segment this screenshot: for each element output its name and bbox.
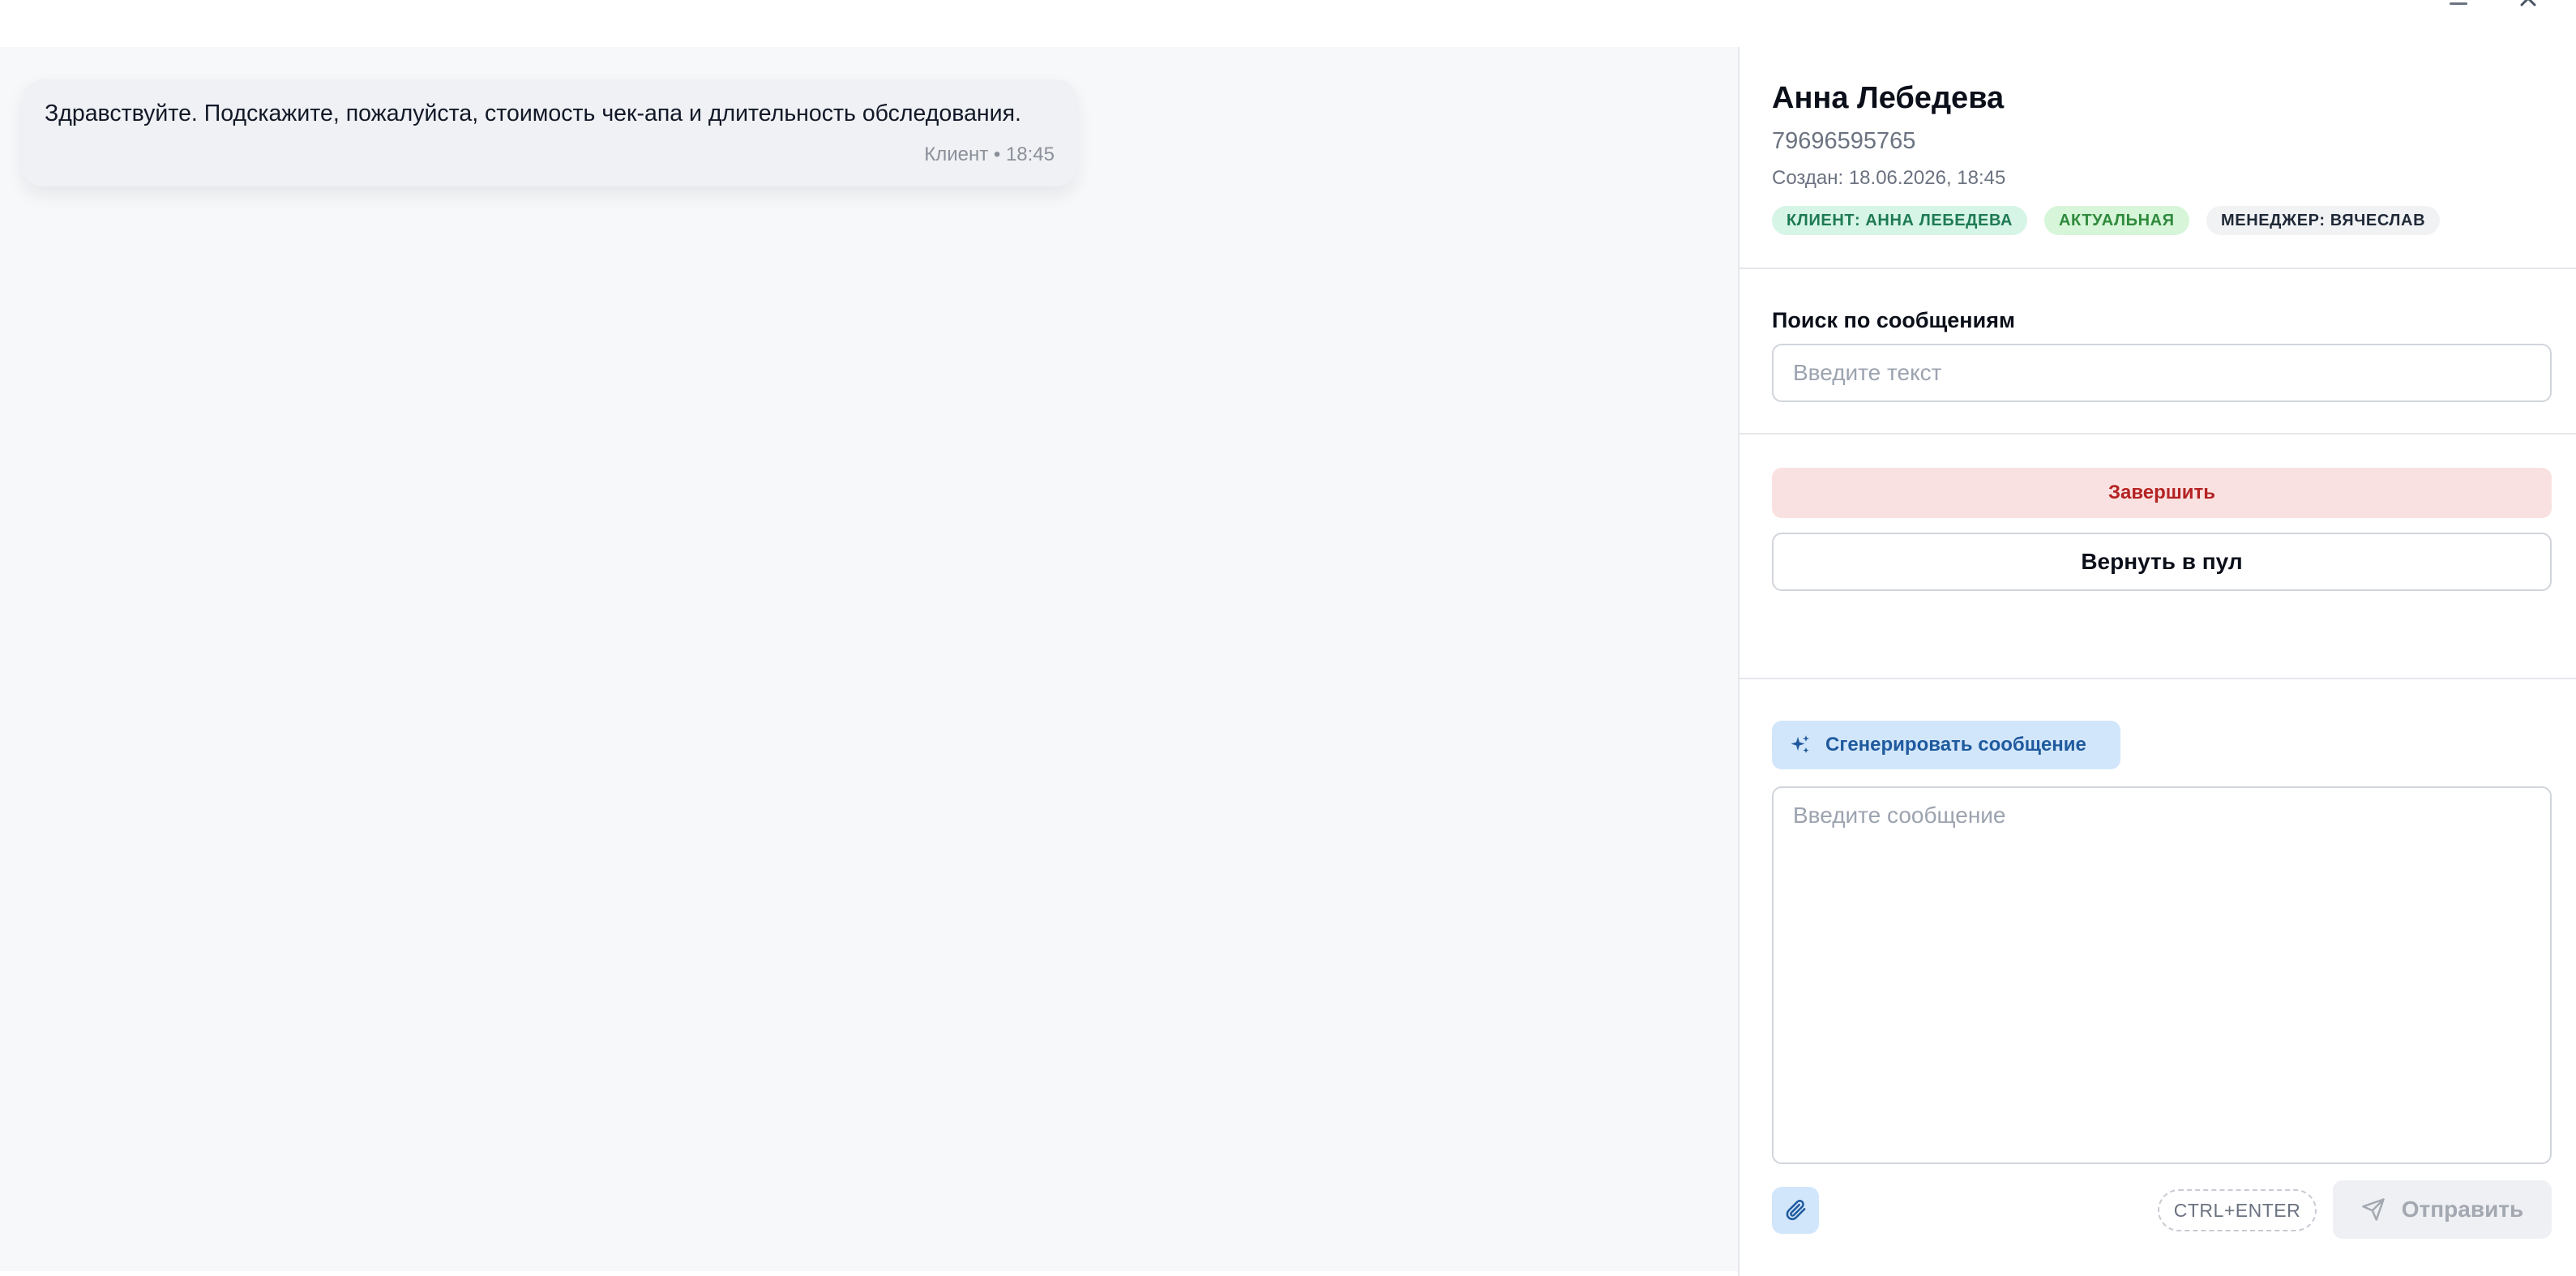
return-to-pool-button[interactable]: Вернуть в пул	[1772, 533, 2552, 591]
send-icon	[2361, 1197, 2386, 1222]
message-text: Здравствуйте. Подскажите, пожалуйста, ст…	[45, 101, 1021, 126]
client-badge: КЛИЕНТ: АННА ЛЕБЕДЕВА	[1772, 206, 2028, 235]
created-date: Создан: 18.06.2026, 18:45	[1772, 167, 2006, 189]
section-divider	[1739, 268, 2576, 269]
section-divider	[1739, 433, 2576, 435]
shortcut-hint: CTRL+ENTER	[2158, 1189, 2317, 1231]
send-button[interactable]: Отправить	[2333, 1180, 2552, 1239]
attach-button[interactable]	[1772, 1187, 1819, 1234]
window-titlebar	[0, 0, 2576, 47]
sparkles-icon	[1790, 734, 1811, 756]
chat-area: Здравствуйте. Подскажите, пожалуйста, ст…	[0, 47, 1738, 1271]
message-input[interactable]	[1772, 786, 2552, 1164]
paperclip-icon	[1783, 1197, 1808, 1224]
search-input[interactable]	[1772, 344, 2552, 402]
search-label: Поиск по сообщениям	[1772, 308, 2015, 332]
generate-message-button[interactable]: Сгенерировать сообщение	[1772, 721, 2120, 769]
generate-label: Сгенерировать сообщение	[1825, 734, 2086, 756]
message-meta: Клиент • 18:45	[924, 143, 1055, 165]
status-badge: АКТУАЛЬНАЯ	[2044, 206, 2189, 235]
finish-button[interactable]: Завершить	[1772, 468, 2552, 518]
minimize-icon[interactable]	[2445, 0, 2472, 6]
message-bubble: Здравствуйте. Подскажите, пожалуйста, ст…	[23, 79, 1076, 186]
contact-phone: 79696595765	[1772, 128, 1916, 154]
manager-badge: МЕНЕДЖЕР: ВЯЧЕСЛАВ	[2206, 206, 2441, 235]
contact-name: Анна Лебедева	[1772, 81, 2005, 115]
details-panel: Анна Лебедева 79696595765 Создан: 18.06.…	[1739, 47, 2576, 1276]
close-icon[interactable]	[2515, 0, 2544, 11]
send-label: Отправить	[2401, 1197, 2524, 1222]
section-divider	[1739, 678, 2576, 679]
